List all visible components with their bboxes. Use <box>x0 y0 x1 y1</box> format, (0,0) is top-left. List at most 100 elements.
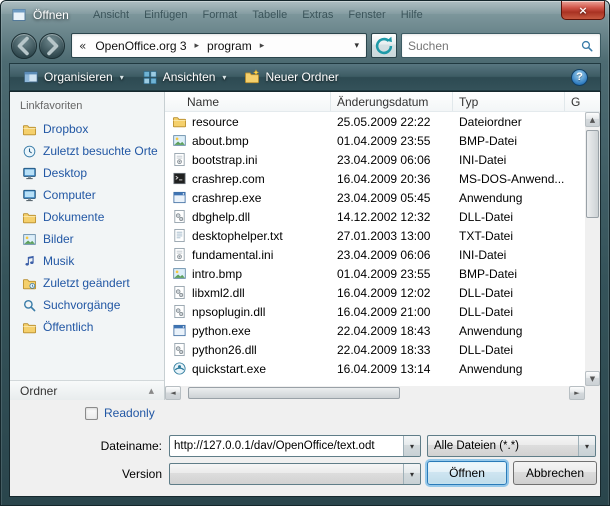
file-row[interactable]: quickstart.exe16.04.2009 13:14Anwendung <box>165 359 585 378</box>
file-row[interactable]: libxml2.dll16.04.2009 12:02DLL-Datei <box>165 283 585 302</box>
file-row[interactable]: python.exe22.04.2009 18:43Anwendung <box>165 321 585 340</box>
file-row[interactable]: python26.dll22.04.2009 18:33DLL-Datei <box>165 340 585 359</box>
file-row[interactable]: resource25.05.2009 22:22Dateiordner <box>165 112 585 131</box>
filetype-dropdown[interactable]: Alle Dateien (*.*) ▾ <box>427 435 596 457</box>
file-name-cell: dbghelp.dll <box>165 209 331 224</box>
filename-input[interactable] <box>170 436 403 456</box>
open-button[interactable]: Öffnen <box>427 461 507 485</box>
image-icon <box>172 266 187 281</box>
breadcrumb-separator-icon[interactable]: ▸ <box>191 41 204 51</box>
magnifier-icon <box>22 298 37 313</box>
file-type: Dateiordner <box>453 115 565 129</box>
sidebar-item-suchvorgaenge[interactable]: Suchvorgänge <box>10 294 164 316</box>
file-name: fundamental.ini <box>192 248 273 262</box>
folders-expander[interactable]: Ordner ▲ <box>10 380 164 400</box>
close-icon: × <box>578 4 587 17</box>
sidebar-item-zuletzt-geaendert[interactable]: Zuletzt geändert <box>10 272 164 294</box>
sidebar-item-zuletzt-besuchte-orte[interactable]: Zuletzt besuchte Orte <box>10 140 164 162</box>
scroll-right-button[interactable]: ► <box>569 386 585 400</box>
file-row[interactable]: crashrep.com16.04.2009 20:36MS-DOS-Anwen… <box>165 169 585 188</box>
sidebar-item-oeffentlich[interactable]: Öffentlich <box>10 316 164 338</box>
readonly-checkbox[interactable] <box>85 407 98 420</box>
forward-button[interactable] <box>39 33 65 59</box>
scrollbar-corner <box>585 386 600 400</box>
file-list-body: resource25.05.2009 22:22Dateiordnerabout… <box>165 112 585 386</box>
sidebar-item-dropbox[interactable]: Dropbox <box>10 118 164 140</box>
file-row[interactable]: bootstrap.ini23.04.2009 06:06INI-Datei <box>165 150 585 169</box>
file-row[interactable]: fundamental.ini23.04.2009 06:06INI-Datei <box>165 245 585 264</box>
file-modified-date: 25.05.2009 22:22 <box>331 115 453 129</box>
help-button[interactable]: ? <box>571 69 588 86</box>
file-type: TXT-Datei <box>453 229 565 243</box>
file-name-cell: resource <box>165 114 331 129</box>
file-modified-date: 01.04.2009 23:55 <box>331 134 453 148</box>
vertical-scrollbar[interactable]: ▲ ▼ <box>585 112 600 386</box>
sidebar-item-bilder[interactable]: Bilder <box>10 228 164 250</box>
refresh-button[interactable] <box>371 33 397 58</box>
sidebar-item-label: Desktop <box>43 166 87 180</box>
search-box[interactable] <box>401 33 601 58</box>
toolbar-button-organisieren[interactable]: Organisieren▾ <box>14 66 133 88</box>
breadcrumb[interactable]: « OpenOffice.org 3▸program▸ ▾ <box>71 33 367 58</box>
file-row[interactable]: desktophelper.txt27.01.2003 13:00TXT-Dat… <box>165 226 585 245</box>
vertical-scroll-track[interactable] <box>586 128 599 370</box>
sidebar-item-label: Bilder <box>43 232 74 246</box>
file-row[interactable]: npsoplugin.dll16.04.2009 21:00DLL-Datei <box>165 302 585 321</box>
dll-icon <box>172 209 187 224</box>
arrow-right-icon <box>40 34 64 58</box>
vertical-scroll-thumb[interactable] <box>586 130 599 218</box>
version-dropdown-icon[interactable]: ▾ <box>403 464 420 484</box>
filename-dropdown-icon[interactable]: ▾ <box>403 436 420 456</box>
filetype-value: Alle Dateien (*.*) <box>428 436 578 456</box>
file-modified-date: 16.04.2009 12:02 <box>331 286 453 300</box>
back-button[interactable] <box>11 33 37 59</box>
horizontal-scrollbar[interactable]: ◄ ► <box>165 386 585 400</box>
column-header-typ[interactable]: Typ <box>453 92 565 111</box>
column-header-g[interactable]: G <box>565 92 600 111</box>
column-header-name[interactable]: Name <box>165 92 331 111</box>
cancel-button[interactable]: Abbrechen <box>513 461 597 485</box>
file-type: Anwendung <box>453 362 565 376</box>
toolbar-button-ansichten[interactable]: Ansichten▾ <box>133 66 236 88</box>
toolbar-button-neuer-ordner[interactable]: Neuer Ordner <box>235 66 347 88</box>
titlebar[interactable]: Öffnen AnsichtEinfügenFormatTabelleExtra… <box>1 1 609 29</box>
column-header-aenderungsdatum[interactable]: Änderungsdatum <box>331 92 453 111</box>
views-icon <box>142 69 158 85</box>
scroll-left-button[interactable]: ◄ <box>165 386 181 400</box>
version-dropdown[interactable]: ▾ <box>169 463 421 485</box>
file-type: BMP-Datei <box>453 267 565 281</box>
file-name: python26.dll <box>192 343 257 357</box>
breadcrumb-item-program[interactable]: program <box>203 39 256 53</box>
toolbar-button-label: Neuer Ordner <box>265 70 338 84</box>
scroll-down-button[interactable]: ▼ <box>585 371 600 386</box>
filetype-dropdown-icon[interactable]: ▾ <box>578 436 595 456</box>
background-menu-item-fenster: Fenster <box>348 9 385 21</box>
file-name: npsoplugin.dll <box>192 305 265 319</box>
ini-icon <box>172 247 187 262</box>
search-input[interactable] <box>408 39 576 53</box>
breadcrumb-overflow-chevron[interactable]: « <box>72 39 91 53</box>
sidebar-item-dokumente[interactable]: Dokumente <box>10 206 164 228</box>
file-row[interactable]: about.bmp01.04.2009 23:55BMP-Datei <box>165 131 585 150</box>
breadcrumb-dropdown-icon[interactable]: ▾ <box>354 41 366 51</box>
breadcrumb-separator-icon[interactable]: ▸ <box>256 41 269 51</box>
close-button[interactable]: × <box>561 1 605 20</box>
horizontal-scroll-track[interactable] <box>182 387 568 399</box>
search-icon[interactable] <box>580 39 594 53</box>
readonly-option[interactable]: Readonly <box>85 406 155 420</box>
file-row[interactable]: intro.bmp01.04.2009 23:55BMP-Datei <box>165 264 585 283</box>
file-row[interactable]: dbghelp.dll14.12.2002 12:32DLL-Datei <box>165 207 585 226</box>
toolbar-button-label: Organisieren <box>44 70 113 84</box>
breadcrumb-item-openoffice-org-3[interactable]: OpenOffice.org 3 <box>91 39 190 53</box>
scroll-up-button[interactable]: ▲ <box>585 112 600 127</box>
sidebar-item-computer[interactable]: Computer <box>10 184 164 206</box>
horizontal-scroll-thumb[interactable] <box>188 387 400 399</box>
file-name-cell: python26.dll <box>165 342 331 357</box>
filename-combobox[interactable]: ▾ <box>169 435 421 457</box>
file-type: MS-DOS-Anwend... <box>453 172 565 186</box>
sidebar-item-desktop[interactable]: Desktop <box>10 162 164 184</box>
sidebar-item-musik[interactable]: Musik <box>10 250 164 272</box>
file-row[interactable]: crashrep.exe23.04.2009 05:45Anwendung <box>165 188 585 207</box>
dialog-icon <box>11 7 27 23</box>
background-menu: AnsichtEinfügenFormatTabelleExtrasFenste… <box>93 9 423 21</box>
